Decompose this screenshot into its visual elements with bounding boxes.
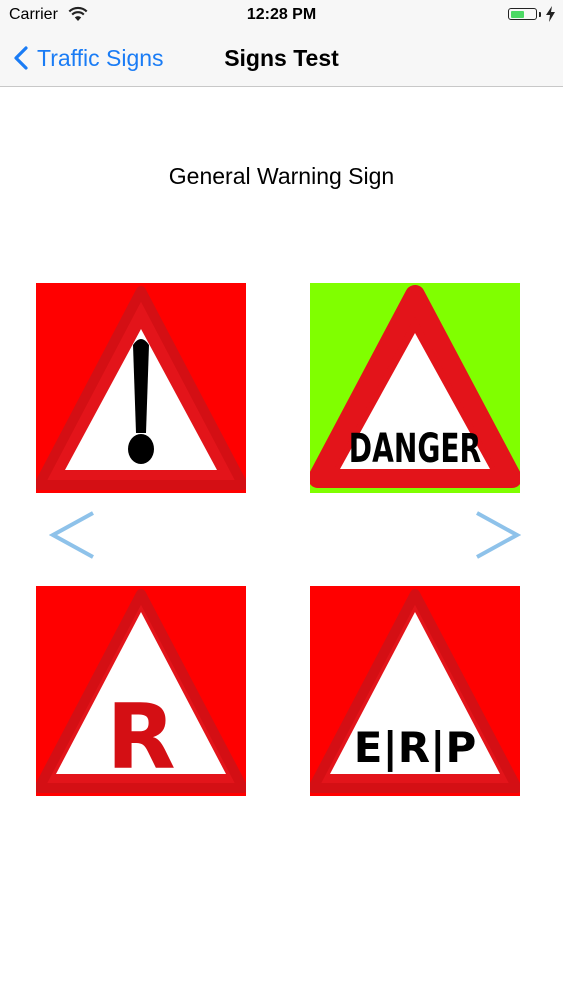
status-bar: Carrier 12:28 PM: [0, 0, 563, 30]
answer-option-danger[interactable]: DANGER: [310, 283, 520, 493]
erp-warning-sign-icon: E|R|P: [310, 586, 520, 796]
charging-bolt-icon: [546, 6, 555, 22]
chevron-right-icon: [476, 511, 521, 559]
battery-cap: [539, 12, 541, 17]
answer-option-erp[interactable]: E|R|P: [310, 586, 520, 796]
question-label: General Warning Sign: [168, 163, 395, 189]
battery-icon: [508, 8, 537, 20]
page-title: Signs Test: [224, 45, 339, 71]
battery-level: [510, 10, 524, 18]
navigation-bar: Traffic Signs Signs Test: [0, 30, 563, 87]
erp-sign-label: E|R|P: [354, 723, 477, 772]
danger-warning-sign-icon: DANGER: [310, 283, 520, 493]
answer-option-r[interactable]: R: [36, 586, 246, 796]
status-time: 12:28 PM: [246, 6, 317, 23]
r-sign-label: R: [106, 685, 175, 790]
next-arrow-button[interactable]: [475, 510, 521, 560]
exclamation-warning-sign-icon: [36, 283, 246, 493]
danger-sign-label: DANGER: [349, 426, 482, 472]
chevron-left-icon: [49, 511, 94, 559]
answer-option-exclamation[interactable]: [36, 283, 246, 493]
r-warning-sign-icon: R: [36, 586, 246, 796]
previous-arrow-button[interactable]: [49, 510, 95, 560]
